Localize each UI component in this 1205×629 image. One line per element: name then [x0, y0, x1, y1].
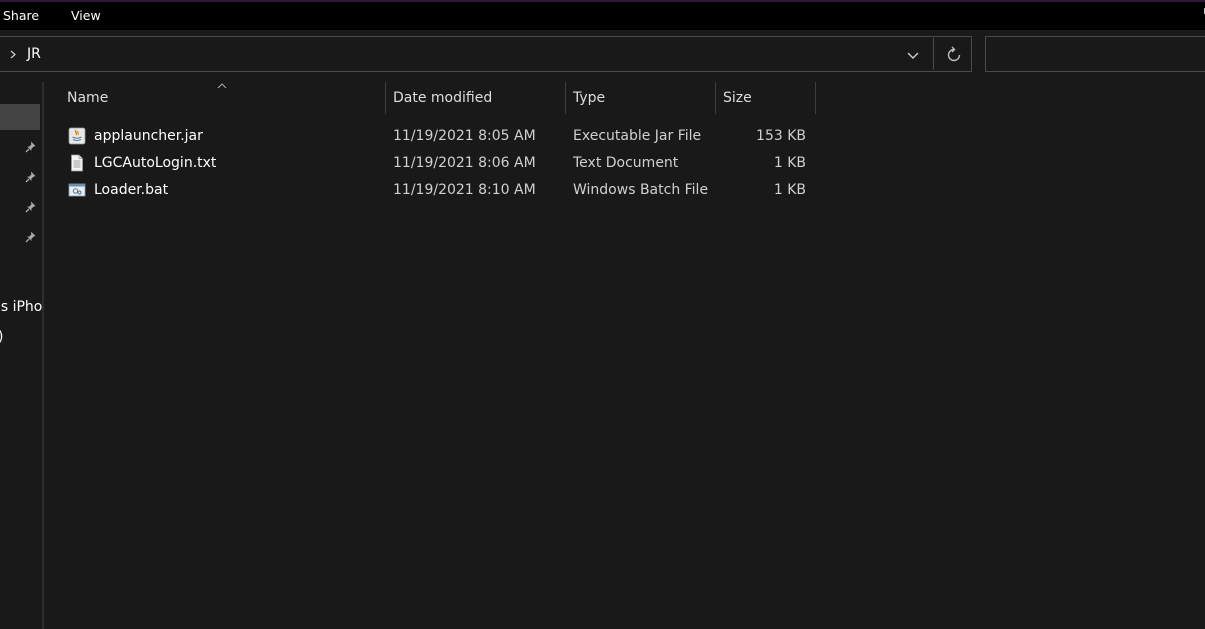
pin-icon[interactable] — [24, 140, 38, 154]
file-row[interactable]: applauncher.jar 11/19/2021 8:05 AM Execu… — [60, 123, 820, 150]
file-type: Windows Batch File — [573, 182, 709, 198]
chevron-down-icon[interactable] — [902, 45, 924, 65]
chevron-right-icon[interactable] — [8, 46, 18, 62]
nav-item-iphone[interactable]: 's iPho — [0, 299, 42, 315]
tab-view[interactable]: View — [71, 8, 101, 23]
address-path-segment[interactable]: JR — [27, 46, 41, 62]
java-jar-icon — [68, 127, 86, 145]
pin-icon[interactable] — [24, 170, 38, 184]
column-header-type[interactable]: Type — [573, 82, 605, 114]
file-row[interactable]: Loader.bat 11/19/2021 8:10 AM Windows Ba… — [60, 177, 820, 204]
address-divider — [933, 38, 934, 70]
refresh-icon[interactable] — [943, 44, 965, 66]
nav-item-drive[interactable]: ) — [0, 329, 3, 345]
column-header-name[interactable]: Name — [67, 82, 108, 114]
file-date-modified: 11/19/2021 8:05 AM — [393, 128, 536, 144]
address-bar[interactable]: JR — [0, 36, 972, 72]
pin-icon[interactable] — [24, 200, 38, 214]
pin-icon[interactable] — [24, 230, 38, 244]
column-header-row: Name Date modified Type Size — [44, 82, 1205, 114]
text-document-icon — [71, 154, 83, 172]
file-name: Loader.bat — [94, 182, 169, 198]
file-size: 153 KB — [756, 128, 806, 144]
column-separator[interactable] — [815, 82, 816, 114]
file-list-view: Name Date modified Type Size applauncher… — [44, 82, 1205, 629]
column-separator[interactable] — [565, 82, 566, 114]
column-header-size[interactable]: Size — [723, 82, 752, 114]
file-size: 1 KB — [773, 155, 806, 171]
column-separator[interactable] — [715, 82, 716, 114]
navigation-pane: 's iPho ) — [0, 82, 42, 629]
file-row[interactable]: LGCAutoLogin.txt 11/19/2021 8:06 AM Text… — [60, 150, 820, 177]
file-size: 1 KB — [773, 182, 806, 198]
tab-share[interactable]: Share — [3, 8, 39, 23]
file-date-modified: 11/19/2021 8:10 AM — [393, 182, 536, 198]
search-input[interactable] — [985, 36, 1205, 72]
file-date-modified: 11/19/2021 8:06 AM — [393, 155, 536, 171]
address-toolbar: JR — [0, 30, 1205, 82]
file-type: Text Document — [573, 155, 679, 171]
column-header-date-modified[interactable]: Date modified — [393, 82, 492, 114]
nav-item-selected[interactable] — [0, 104, 40, 130]
batch-file-icon — [68, 183, 86, 197]
file-type: Executable Jar File — [573, 128, 702, 144]
ribbon-tabs: Share View — [0, 2, 1205, 30]
ribbon-expand-icon[interactable] — [1201, 8, 1205, 14]
sort-ascending-icon — [217, 83, 227, 89]
column-separator[interactable] — [385, 82, 386, 114]
file-name: applauncher.jar — [94, 128, 203, 144]
file-name: LGCAutoLogin.txt — [94, 155, 217, 171]
